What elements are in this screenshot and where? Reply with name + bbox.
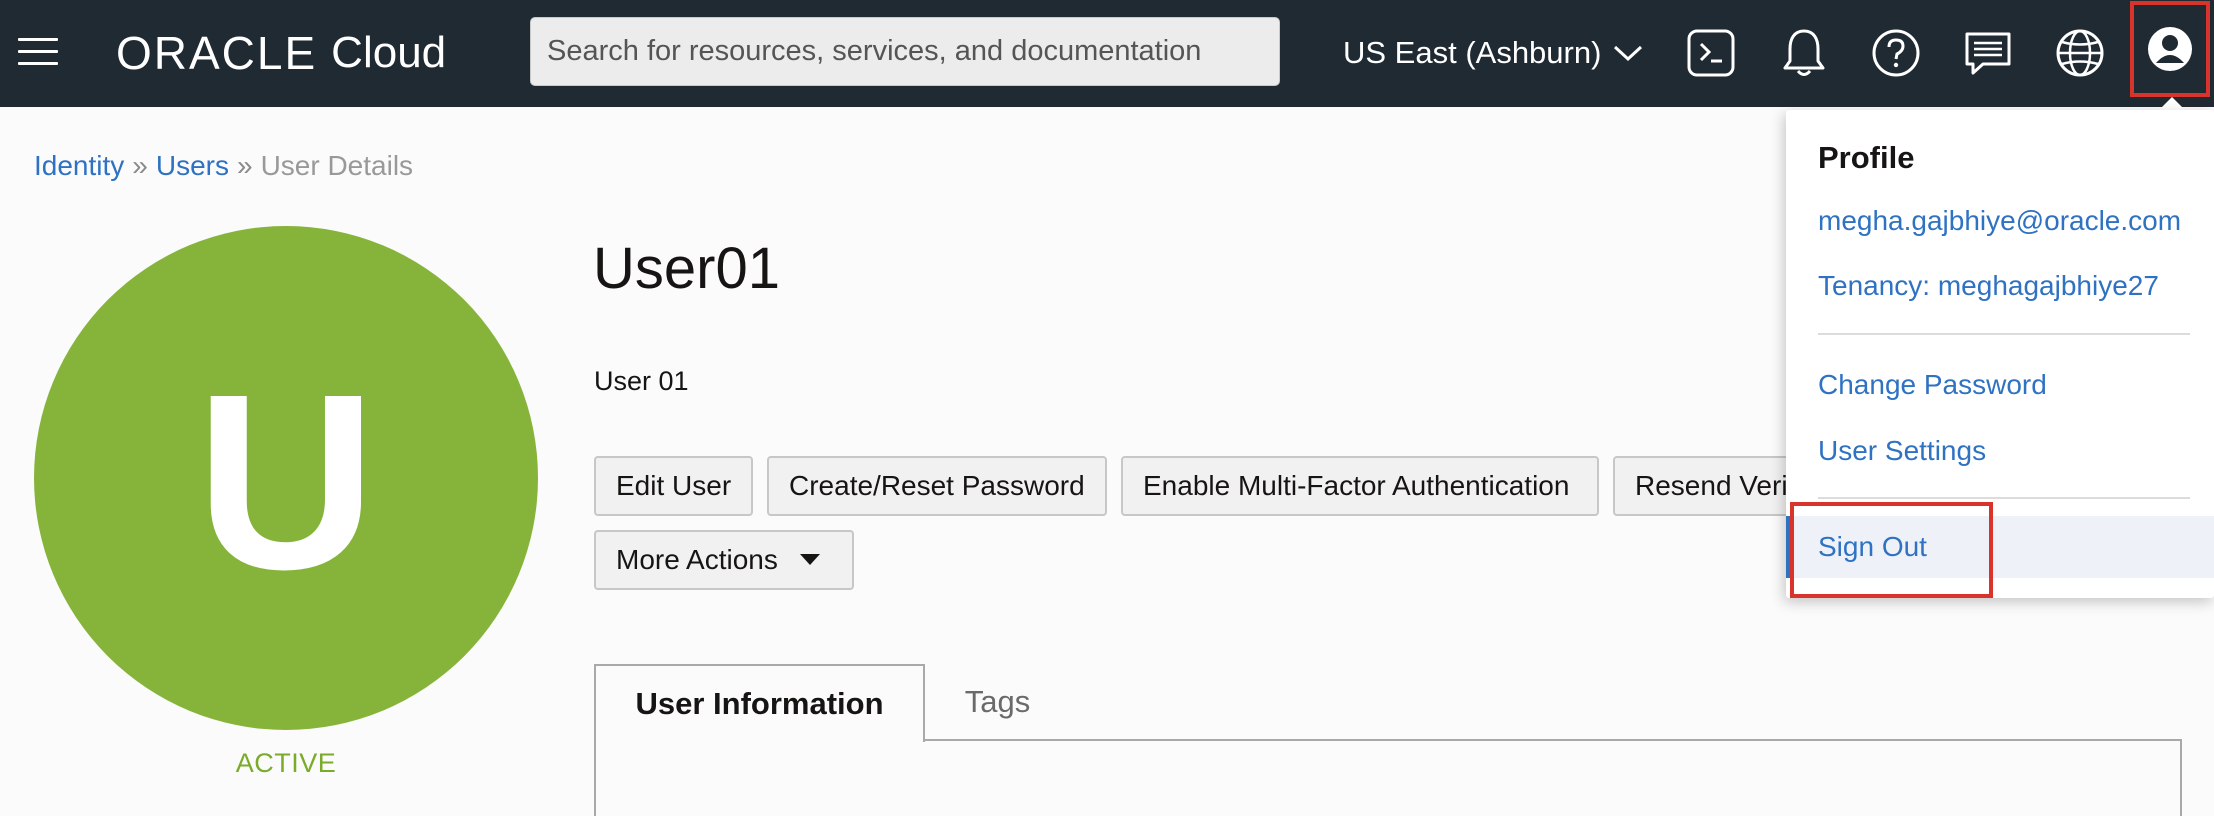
breadcrumb-separator: »: [132, 150, 148, 181]
breadcrumb-users[interactable]: Users: [156, 150, 229, 181]
dropdown-caret: [2158, 97, 2186, 111]
user-settings-link[interactable]: User Settings: [1818, 435, 1986, 467]
chevron-down-icon: [1614, 45, 1643, 62]
globe-icon[interactable]: [2051, 24, 2109, 82]
menu-divider: [1818, 497, 2190, 499]
search-input[interactable]: [530, 17, 1280, 86]
more-actions-label: More Actions: [616, 544, 778, 575]
breadcrumb-separator: »: [236, 150, 253, 181]
breadcrumb: Identity» Users» User Details: [34, 150, 413, 182]
profile-dropdown-menu: Profile megha.gajbhiye@oracle.com Tenanc…: [1786, 110, 2214, 598]
menu-divider: [1818, 333, 2190, 335]
avatar-initial: U: [195, 342, 377, 621]
tenancy-link[interactable]: Tenancy: meghagajbhiye27: [1818, 270, 2159, 302]
oracle-cloud-logo[interactable]: ORACLE Cloud: [116, 26, 446, 80]
sign-out-label: Sign Out: [1818, 531, 1927, 562]
page-title: User01: [593, 236, 780, 301]
bell-icon[interactable]: [1775, 24, 1833, 82]
hamburger-menu-icon[interactable]: [18, 36, 58, 68]
status-badge: ACTIVE: [235, 748, 337, 778]
edit-user-button[interactable]: Edit User: [594, 456, 753, 516]
tab-user-information[interactable]: User Information: [594, 664, 925, 742]
user-avatar: U: [34, 226, 538, 730]
breadcrumb-identity[interactable]: Identity: [34, 150, 124, 181]
change-password-link[interactable]: Change Password: [1818, 369, 2047, 401]
region-selector[interactable]: US East (Ashburn): [1343, 30, 1643, 76]
more-actions-button[interactable]: More Actions: [594, 530, 854, 590]
create-reset-password-button[interactable]: Create/Reset Password: [767, 456, 1107, 516]
sign-out-menu-item[interactable]: Sign Out: [1786, 516, 2214, 578]
breadcrumb-user-details: User Details: [260, 150, 414, 181]
logo-oracle-text: ORACLE: [116, 27, 318, 79]
tab-tags[interactable]: Tags: [925, 664, 1070, 740]
user-profile-icon: [2148, 27, 2192, 71]
user-description: User 01: [594, 366, 689, 396]
help-icon[interactable]: [1867, 24, 1925, 82]
user-profile-button[interactable]: [2130, 1, 2210, 97]
profile-email-link[interactable]: megha.gajbhiye@oracle.com: [1818, 205, 2181, 237]
cloud-shell-icon[interactable]: [1682, 24, 1740, 82]
logo-cloud-text: Cloud: [331, 28, 447, 77]
enable-mfa-button[interactable]: Enable Multi-Factor Authentication: [1121, 456, 1599, 516]
top-navigation-bar: ORACLE Cloud US East (Ashburn): [0, 0, 2214, 107]
chat-icon[interactable]: [1959, 24, 2017, 82]
profile-heading: Profile: [1818, 140, 1915, 175]
tab-panel: [594, 739, 2182, 816]
caret-down-icon: [799, 554, 820, 565]
region-label: US East (Ashburn): [1343, 35, 1602, 70]
